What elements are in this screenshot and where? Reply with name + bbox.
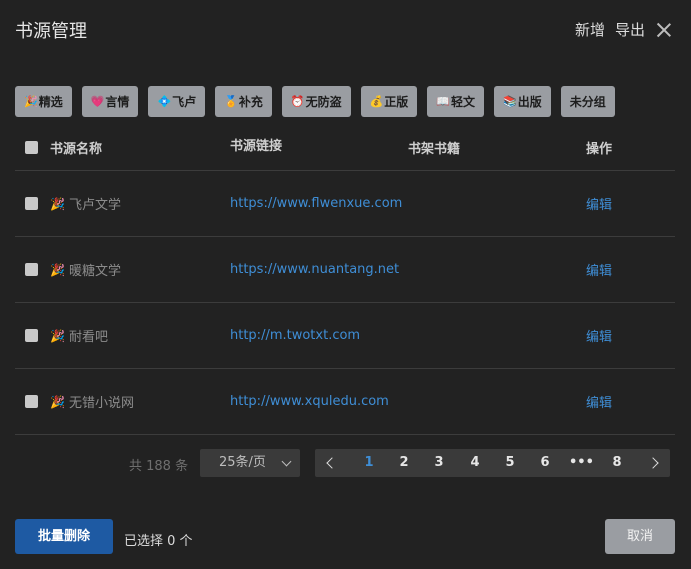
page-number[interactable]: 4 xyxy=(463,449,487,477)
tag-label: 无防盗 xyxy=(305,95,342,109)
column-header-name: 书源名称 xyxy=(50,141,103,157)
edit-button[interactable]: 编辑 xyxy=(586,260,675,279)
tag-button[interactable]: 🎉 精选 xyxy=(15,86,72,117)
tag-icon: 📖 xyxy=(436,95,451,108)
tag-button[interactable]: 🏅 补充 xyxy=(215,86,272,117)
tag-icon: 💠 xyxy=(157,95,172,108)
header-actions: 新增 导出 xyxy=(565,19,671,40)
table-row: 🎉 耐看吧 http://m.twotxt.com 编辑 xyxy=(15,303,675,369)
pagination: 共 188 条 25条/页 1 2 3 4 5 6 ••• 8 xyxy=(0,449,691,477)
edit-button[interactable]: 编辑 xyxy=(586,392,675,411)
tag-button[interactable]: 💰 正版 xyxy=(360,86,418,117)
source-url[interactable]: http://www.xquledu.com xyxy=(230,391,408,413)
edit-button[interactable]: 编辑 xyxy=(586,326,675,345)
source-name: 暖糖文学 xyxy=(68,264,121,279)
group-tag-bar: 🎉 精选 💗 言情 💠 飞卢 🏅 补充 ⏰ 无防盗 💰 正版 📖 轻文 📚 出版 未分组 xyxy=(15,86,625,117)
table-header: 书源名称 书源链接 书架书籍 操作 xyxy=(15,124,675,171)
table-body: 🎉 飞卢文学 https://www.flwenxue.com 编辑 🎉 暖糖文学 http… xyxy=(15,171,675,435)
table-row: 🎉 飞卢文学 https://www.flwenxue.com 编辑 xyxy=(15,171,675,237)
tag-label: 言情 xyxy=(105,95,130,109)
tag-icon: 💰 xyxy=(369,95,384,108)
tag-label: 精选 xyxy=(38,95,63,109)
row-checkbox[interactable] xyxy=(25,329,38,342)
tag-label: 飞卢 xyxy=(172,95,197,109)
tag-button[interactable]: 未分组 xyxy=(560,86,615,117)
page-list: 1 2 3 4 5 6 ••• 8 xyxy=(315,449,670,477)
prev-page-icon[interactable] xyxy=(326,457,338,469)
source-url[interactable]: https://www.nuantang.net xyxy=(230,259,408,281)
selected-count: 已选择 0 个 xyxy=(124,534,193,549)
tag-icon: ⏰ xyxy=(290,95,305,108)
page-number[interactable]: 1 xyxy=(357,449,381,477)
source-name: 耐看吧 xyxy=(68,330,108,345)
page-number[interactable]: 3 xyxy=(427,449,451,477)
party-popper-icon: 🎉 xyxy=(50,262,65,277)
tag-label: 补充 xyxy=(238,95,263,109)
page-ellipsis[interactable]: ••• xyxy=(569,449,594,477)
source-name-cell: 🎉 耐看吧 xyxy=(50,326,230,346)
export-button[interactable]: 导出 xyxy=(615,19,645,40)
party-popper-icon: 🎉 xyxy=(50,196,65,211)
source-name: 无错小说网 xyxy=(68,396,134,411)
tag-button[interactable]: ⏰ 无防盗 xyxy=(281,86,351,117)
chevron-down-icon xyxy=(281,456,292,467)
page-title: 书源管理 xyxy=(15,21,87,42)
page-number[interactable]: 8 xyxy=(605,449,629,477)
next-page-icon[interactable] xyxy=(647,457,659,469)
page-number[interactable]: 5 xyxy=(498,449,522,477)
source-name-cell: 🎉 暖糖文学 xyxy=(50,260,230,280)
column-header-url: 书源链接 xyxy=(230,139,283,154)
tag-button[interactable]: 💗 言情 xyxy=(81,86,139,117)
total-count: 共 188 条 xyxy=(129,459,189,474)
page-size-value: 25条/页 xyxy=(219,455,266,470)
table-row: 🎉 无错小说网 http://www.xquledu.com 编辑 xyxy=(15,369,675,435)
cancel-button[interactable]: 取消 xyxy=(605,519,675,554)
column-header-shelf: 书架书籍 xyxy=(408,141,461,157)
source-table: 书源名称 书源链接 书架书籍 操作 🎉 飞卢文学 https://www.flwen… xyxy=(15,124,675,435)
party-popper-icon: 🎉 xyxy=(50,328,65,343)
tag-label: 未分组 xyxy=(569,95,606,109)
tag-button[interactable]: 📚 出版 xyxy=(494,86,551,117)
row-checkbox[interactable] xyxy=(25,197,38,210)
tag-icon: 🎉 xyxy=(24,95,38,108)
source-name-cell: 🎉 飞卢文学 xyxy=(50,194,230,214)
tag-label: 轻文 xyxy=(451,95,476,109)
source-url[interactable]: https://www.flwenxue.com xyxy=(230,193,408,215)
tag-button[interactable]: 📖 轻文 xyxy=(427,86,485,117)
tag-label: 正版 xyxy=(384,95,409,109)
batch-delete-button[interactable]: 批量删除 xyxy=(15,519,113,554)
table-row: 🎉 暖糖文学 https://www.nuantang.net 编辑 xyxy=(15,237,675,303)
source-name: 飞卢文学 xyxy=(68,198,121,213)
source-url[interactable]: http://m.twotxt.com xyxy=(230,325,408,347)
page-size-select[interactable]: 25条/页 xyxy=(200,449,300,477)
page-number[interactable]: 6 xyxy=(533,449,557,477)
party-popper-icon: 🎉 xyxy=(50,394,65,409)
edit-button[interactable]: 编辑 xyxy=(586,194,675,213)
add-button[interactable]: 新增 xyxy=(575,19,605,40)
row-checkbox[interactable] xyxy=(25,395,38,408)
tag-icon: 📚 xyxy=(503,95,517,108)
tag-label: 出版 xyxy=(517,95,542,109)
select-all-checkbox[interactable] xyxy=(25,140,38,154)
column-header-actions: 操作 xyxy=(586,141,613,157)
tag-icon: 💗 xyxy=(90,95,105,108)
tag-icon: 🏅 xyxy=(224,95,238,108)
tag-button[interactable]: 💠 飞卢 xyxy=(148,86,206,117)
page-number[interactable]: 2 xyxy=(392,449,416,477)
close-icon[interactable] xyxy=(657,23,671,37)
source-name-cell: 🎉 无错小说网 xyxy=(50,392,230,412)
row-checkbox[interactable] xyxy=(25,263,38,276)
